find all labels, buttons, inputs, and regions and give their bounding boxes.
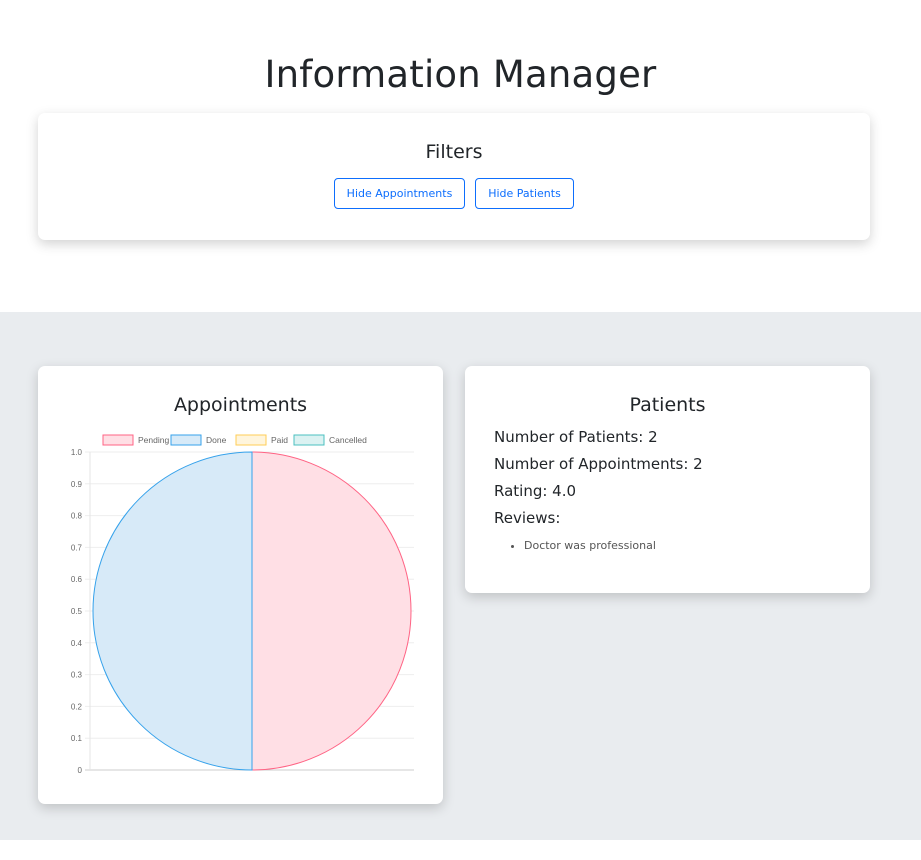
legend-label-done: Done bbox=[206, 435, 227, 445]
hide-appointments-button[interactable]: Hide Appointments bbox=[334, 178, 465, 209]
y-tick-label: 0.3 bbox=[71, 671, 83, 680]
filters-card: Filters Hide Appointments Hide Patients bbox=[38, 113, 870, 240]
y-tick-label: 0.2 bbox=[71, 702, 83, 711]
reviews-heading: Reviews: bbox=[494, 509, 561, 527]
legend-swatch-cancelled bbox=[293, 434, 325, 446]
rating: Rating: 4.0 bbox=[494, 482, 577, 500]
appointments-pie-chart: 0 0.1 0.2 0.3 0.4 0.5 0.6 0.7 0.8 0.9 1.0 Pending Do… bbox=[71, 434, 414, 775]
y-tick-label: 0.1 bbox=[71, 734, 83, 743]
hide-patients-button[interactable]: Hide Patients bbox=[475, 178, 574, 209]
y-tick-label: 0.8 bbox=[71, 512, 83, 521]
y-tick-label: 0.5 bbox=[71, 607, 83, 616]
legend-swatch-done bbox=[170, 434, 202, 446]
y-tick-label: 1.0 bbox=[71, 448, 83, 457]
legend-swatch-paid bbox=[235, 434, 267, 446]
legend-label-pending: Pending bbox=[138, 435, 169, 445]
reviews-list: Doctor was professional bbox=[494, 538, 656, 554]
pie-slice-pending bbox=[251, 451, 412, 771]
patients-title: Patients bbox=[629, 394, 706, 416]
filters-title: Filters bbox=[425, 141, 483, 163]
page-title: Information Manager bbox=[264, 53, 657, 96]
y-tick-label: 0 bbox=[78, 766, 83, 775]
number-of-appointments: Number of Appointments: 2 bbox=[494, 455, 703, 473]
legend-label-paid: Paid bbox=[271, 435, 288, 445]
legend-label-cancelled: Cancelled bbox=[329, 435, 367, 445]
dashboard-section: Appointments 0 0.1 0.2 0.3 0.4 0.5 0.6 0.7 0.8 0.… bbox=[0, 312, 921, 840]
y-tick-label: 0.4 bbox=[71, 639, 83, 648]
review-item: Doctor was professional bbox=[524, 538, 656, 554]
y-tick-label: 0.7 bbox=[71, 543, 83, 552]
y-tick-label: 0.9 bbox=[71, 480, 83, 489]
legend-swatch-pending bbox=[102, 434, 134, 446]
top-section: Information Manager Filters Hide Appoint… bbox=[0, 0, 921, 312]
y-tick-label: 0.6 bbox=[71, 575, 83, 584]
pie-slice-done bbox=[92, 451, 253, 771]
patients-card: Patients Number of Patients: 2 Number of… bbox=[465, 366, 870, 593]
appointments-card: Appointments 0 0.1 0.2 0.3 0.4 0.5 0.6 0.7 0.8 0.… bbox=[38, 366, 443, 804]
number-of-patients: Number of Patients: 2 bbox=[494, 428, 658, 446]
